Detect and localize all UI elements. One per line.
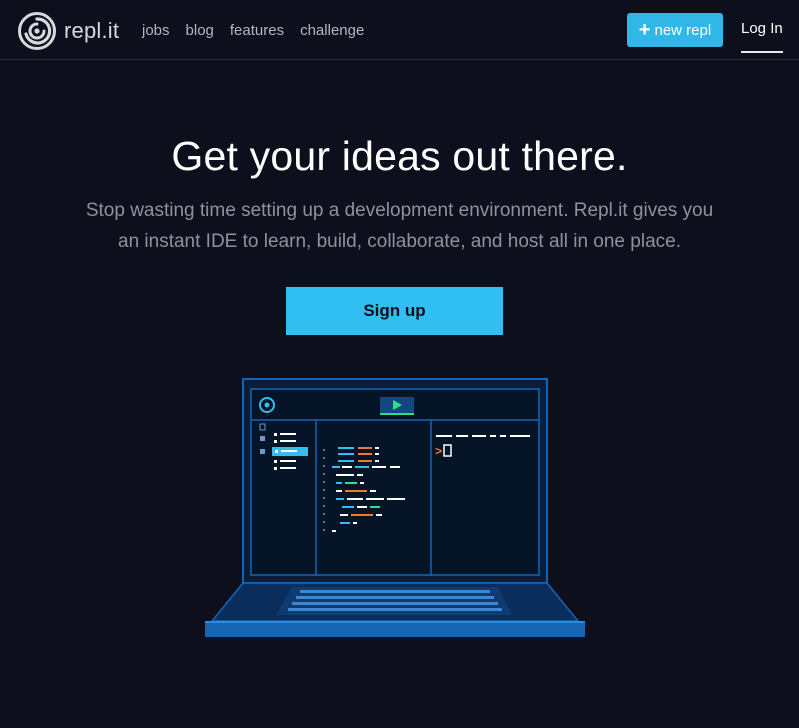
nav-link-jobs[interactable]: jobs <box>142 22 170 39</box>
keyboard-icon <box>276 587 512 615</box>
top-navigation-bar: repl.it jobs blog features challenge + n… <box>0 0 799 60</box>
logo-text: repl.it <box>64 18 120 43</box>
new-repl-label: new repl <box>654 21 712 39</box>
main-nav: jobs blog features challenge <box>142 22 380 39</box>
hero-subtitle: Stop wasting time setting up a developme… <box>40 195 759 257</box>
nav-link-challenge[interactable]: challenge <box>300 22 364 39</box>
laptop-illustration: > <box>205 378 585 637</box>
hero-subtitle-line-2: an instant IDE to learn, build, collabor… <box>118 231 681 252</box>
nav-link-features[interactable]: features <box>230 22 284 39</box>
new-repl-button[interactable]: + new repl <box>627 13 723 47</box>
signup-button[interactable]: Sign up <box>286 287 503 335</box>
logo-link[interactable]: repl.it <box>18 12 119 50</box>
hero-subtitle-line-1: Stop wasting time setting up a developme… <box>85 200 714 221</box>
login-link[interactable]: Log In <box>741 20 783 53</box>
nav-link-blog[interactable]: blog <box>186 22 214 39</box>
replit-logo-icon <box>18 12 56 50</box>
hero-title: Get your ideas out there. <box>171 133 628 179</box>
plus-icon: + <box>638 19 651 41</box>
run-button-icon <box>380 397 414 415</box>
terminal-prompt: > <box>435 445 442 459</box>
